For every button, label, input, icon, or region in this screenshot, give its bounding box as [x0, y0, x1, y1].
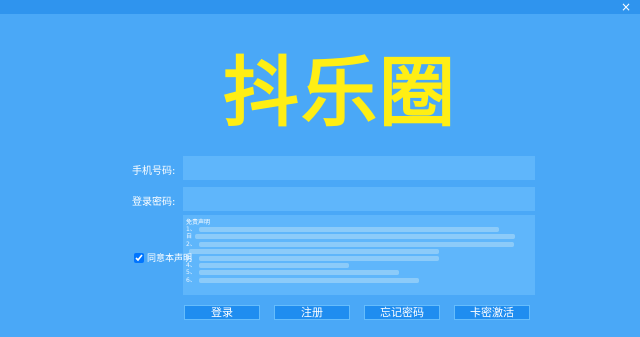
register-button[interactable]: 注册: [274, 305, 350, 320]
phone-input[interactable]: [183, 156, 535, 180]
title-bar: ×: [0, 0, 640, 14]
disclaimer-line: 2、: [186, 241, 532, 248]
password-label: 登录密码:: [132, 197, 176, 208]
app-logo: 抖乐圈: [223, 48, 457, 137]
disclaimer-line: 6、: [186, 277, 532, 284]
disclaimer-line: 5、: [186, 269, 532, 276]
agree-label: 同意本声明: [147, 254, 193, 264]
disclaimer-line: [186, 248, 532, 255]
disclaimer-line: 1、: [186, 226, 532, 233]
disclaimer-line: 4、: [186, 262, 532, 269]
agree-checkbox-row[interactable]: 同意本声明: [134, 251, 192, 264]
disclaimer-title: 免责声明: [186, 219, 211, 226]
agree-checkbox[interactable]: [134, 252, 144, 263]
disclaimer-line: 自: [186, 233, 532, 240]
disclaimer-box[interactable]: 免责声明 1、 自 2、 3、 4、 5、 6、: [183, 215, 535, 295]
phone-label: 手机号码:: [132, 166, 176, 177]
password-input[interactable]: [183, 187, 535, 211]
disclaimer-line: 3、: [186, 255, 532, 262]
card-activate-button[interactable]: 卡密激活: [454, 305, 530, 320]
close-icon[interactable]: ×: [618, 0, 634, 14]
forgot-password-button[interactable]: 忘记密码: [364, 305, 440, 320]
login-button[interactable]: 登录: [184, 305, 260, 320]
